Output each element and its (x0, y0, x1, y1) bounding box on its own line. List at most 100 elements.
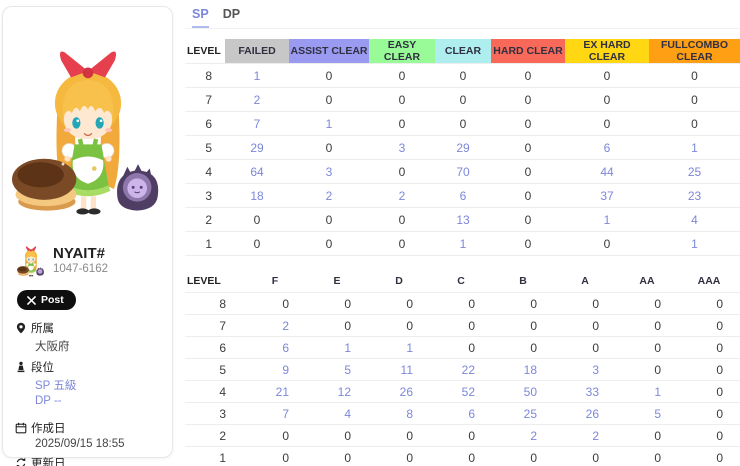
grade-count-cell[interactable]: 22 (430, 359, 492, 381)
clear-count-cell[interactable]: 6 (435, 184, 491, 208)
clear-count-cell: 0 (369, 112, 435, 136)
level-cell: 7 (185, 315, 244, 337)
grade-count-cell[interactable]: 1 (368, 337, 430, 359)
grade-count-cell[interactable]: 7 (244, 403, 306, 425)
rank-label-text: 段位 (31, 359, 54, 375)
clear-count-cell[interactable]: 1 (289, 112, 369, 136)
clear-count-cell: 0 (369, 232, 435, 256)
grade-count-cell[interactable]: 26 (368, 381, 430, 403)
clear-count-cell[interactable]: 44 (565, 160, 649, 184)
clear-type-header: FULLCOMBO CLEAR (649, 39, 740, 64)
grade-count-cell[interactable]: 8 (368, 403, 430, 425)
grade-count-cell[interactable]: 21 (244, 381, 306, 403)
clear-count-cell[interactable]: 13 (435, 208, 491, 232)
clear-count-cell: 0 (649, 112, 740, 136)
clear-count-cell[interactable]: 23 (649, 184, 740, 208)
grade-count-cell[interactable]: 5 (306, 359, 368, 381)
level-cell: 5 (185, 359, 244, 381)
grade-count-cell: 0 (616, 447, 678, 466)
clear-table-row: 464307004425 (185, 160, 740, 184)
clear-count-cell[interactable]: 70 (435, 160, 491, 184)
level-cell: 3 (185, 184, 225, 208)
grade-count-cell: 0 (492, 447, 554, 466)
clear-count-cell: 0 (369, 64, 435, 88)
level-cell: 4 (185, 381, 244, 403)
grade-count-cell[interactable]: 26 (554, 403, 616, 425)
clear-count-cell[interactable]: 3 (369, 136, 435, 160)
grade-count-cell[interactable]: 9 (244, 359, 306, 381)
clear-count-cell[interactable]: 1 (225, 64, 289, 88)
clear-count-cell[interactable]: 2 (289, 184, 369, 208)
clear-count-cell[interactable]: 7 (225, 112, 289, 136)
grade-count-cell[interactable]: 2 (492, 425, 554, 447)
grade-count-cell[interactable]: 2 (554, 425, 616, 447)
level-cell: 2 (185, 208, 225, 232)
clear-type-header: CLEAR (435, 39, 491, 64)
clear-count-cell[interactable]: 1 (565, 208, 649, 232)
grade-count-cell[interactable]: 52 (430, 381, 492, 403)
clear-count-cell[interactable]: 29 (225, 136, 289, 160)
grade-count-cell[interactable]: 1 (616, 381, 678, 403)
grade-count-cell[interactable]: 50 (492, 381, 554, 403)
grade-table-header-row: LEVELFEDCBAAAAAA (185, 270, 740, 293)
grade-table: LEVELFEDCBAAAAAA800000000720000000661100… (185, 270, 740, 466)
grade-count-cell: 0 (492, 293, 554, 315)
grade-count-cell[interactable]: 6 (244, 337, 306, 359)
clear-count-cell[interactable]: 4 (649, 208, 740, 232)
clear-count-cell[interactable]: 1 (435, 232, 491, 256)
clear-count-cell: 0 (491, 88, 565, 112)
grade-count-cell: 0 (368, 447, 430, 466)
clear-type-header: FAILED (225, 39, 289, 64)
grade-count-cell[interactable]: 12 (306, 381, 368, 403)
clear-count-cell: 0 (435, 112, 491, 136)
level-cell: 7 (185, 88, 225, 112)
grade-count-cell: 0 (678, 315, 740, 337)
grade-count-cell: 0 (678, 447, 740, 466)
clear-count-cell[interactable]: 25 (649, 160, 740, 184)
clear-count-cell[interactable]: 3 (289, 160, 369, 184)
grade-count-cell[interactable]: 1 (306, 337, 368, 359)
rank-dp-link[interactable]: DP -- (35, 395, 172, 407)
grade-count-cell[interactable]: 6 (430, 403, 492, 425)
grade-count-cell: 0 (616, 293, 678, 315)
clear-count-cell[interactable]: 1 (649, 232, 740, 256)
grade-column-header: AA (616, 270, 678, 293)
calendar-icon (15, 422, 27, 434)
grade-count-cell: 0 (554, 337, 616, 359)
tab-dp[interactable]: DP (223, 7, 240, 28)
clear-count-cell[interactable]: 2 (225, 88, 289, 112)
clear-table-row: 10001001 (185, 232, 740, 256)
level-cell: 3 (185, 403, 244, 425)
clear-count-cell: 0 (491, 208, 565, 232)
grade-count-cell[interactable]: 11 (368, 359, 430, 381)
grade-count-cell: 0 (430, 447, 492, 466)
grade-count-cell[interactable]: 25 (492, 403, 554, 425)
clear-count-cell: 0 (435, 64, 491, 88)
grade-count-cell: 0 (306, 425, 368, 447)
clear-count-cell[interactable]: 64 (225, 160, 289, 184)
clear-count-cell: 0 (289, 208, 369, 232)
clear-type-header: EASY CLEAR (369, 39, 435, 64)
clear-count-cell[interactable]: 6 (565, 136, 649, 160)
clear-count-cell: 0 (369, 88, 435, 112)
grade-count-cell: 0 (678, 403, 740, 425)
grade-table-row: 720000000 (185, 315, 740, 337)
clear-count-cell[interactable]: 2 (369, 184, 435, 208)
grade-table-row: 800000000 (185, 293, 740, 315)
clear-count-cell[interactable]: 37 (565, 184, 649, 208)
grade-count-cell[interactable]: 18 (492, 359, 554, 381)
clear-count-cell[interactable]: 29 (435, 136, 491, 160)
grade-count-cell[interactable]: 5 (616, 403, 678, 425)
tab-sp[interactable]: SP (192, 7, 209, 28)
grade-count-cell[interactable]: 2 (244, 315, 306, 337)
grade-count-cell[interactable]: 33 (554, 381, 616, 403)
grade-column-header: A (554, 270, 616, 293)
rank-sp-link[interactable]: SP 五級 (35, 377, 172, 393)
grade-count-cell: 0 (554, 315, 616, 337)
clear-table-row: 5290329061 (185, 136, 740, 160)
grade-count-cell[interactable]: 4 (306, 403, 368, 425)
clear-count-cell[interactable]: 18 (225, 184, 289, 208)
x-post-button[interactable]: Post (17, 290, 76, 310)
grade-count-cell[interactable]: 3 (554, 359, 616, 381)
clear-count-cell[interactable]: 1 (649, 136, 740, 160)
